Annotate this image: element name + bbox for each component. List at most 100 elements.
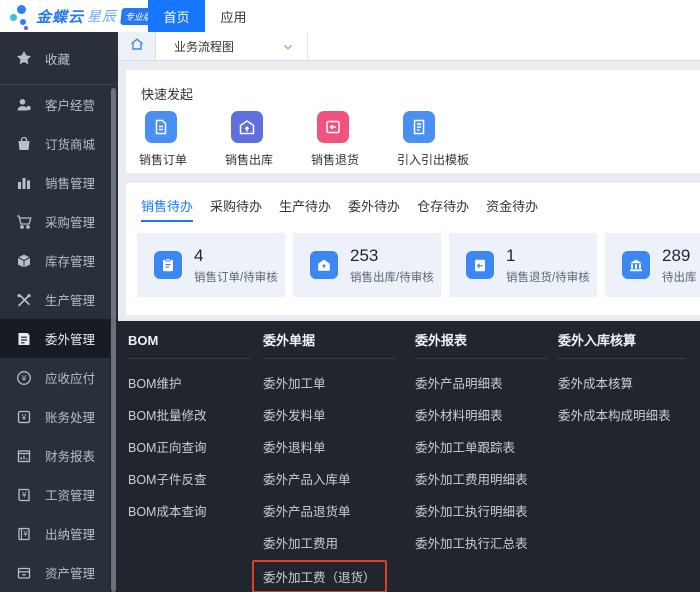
- menu-item-material-detail-report[interactable]: 委外材料明细表: [415, 400, 547, 432]
- sidebar-item-label: 库存管理: [45, 251, 95, 270]
- sidebar-item-production[interactable]: 生产管理: [0, 280, 118, 319]
- megamenu-column-title: 委外报表: [415, 331, 547, 351]
- clipboard-return-icon: [466, 251, 494, 279]
- menu-item-process-execution-detail-report[interactable]: 委外加工执行明细表: [415, 496, 547, 528]
- tab-apps[interactable]: 应用: [205, 0, 262, 32]
- divider: [263, 358, 395, 359]
- menu-item-cost-composition-detail[interactable]: 委外成本构成明细表: [558, 400, 686, 432]
- page-tab-bar: 业务流程图: [118, 32, 700, 61]
- todo-card-sales-outbound[interactable]: 253 销售出库/待审核: [293, 233, 441, 297]
- asset-box-icon: [15, 564, 32, 581]
- todo-count: 1: [506, 246, 590, 266]
- warehouse-out-icon: [231, 111, 263, 143]
- menu-item-process-order-tracking-report[interactable]: 委外加工单跟踪表: [415, 432, 547, 464]
- page-tab-label: 业务流程图: [174, 38, 234, 55]
- return-box-icon: [317, 111, 349, 143]
- shopping-bag-icon: [15, 135, 32, 152]
- quick-action-label: 引入引出模板: [397, 151, 469, 168]
- sidebar-item-label: 订货商城: [45, 134, 95, 153]
- menu-item-product-detail-report[interactable]: 委外产品明细表: [415, 368, 547, 400]
- todo-card-pending-outbound[interactable]: 289 待出库: [605, 233, 700, 297]
- page-tab-flowchart[interactable]: 业务流程图: [156, 32, 308, 60]
- todo-card-sales-return[interactable]: 1 销售退货/待审核: [449, 233, 597, 297]
- top-nav-tabs: 首页 应用: [148, 0, 262, 32]
- menu-item-bom-cost-query[interactable]: BOM成本查询: [128, 496, 250, 528]
- menu-item-process-fee-detail-report[interactable]: 委外加工费用明细表: [415, 464, 547, 496]
- home-tab-button[interactable]: [118, 32, 156, 60]
- top-bar: 金蝶云 星辰 专业版 首页 应用: [0, 0, 700, 32]
- todo-tab-outsourcing[interactable]: 委外待办: [348, 196, 400, 222]
- tools-icon: [15, 291, 32, 308]
- quick-action-sales-outbound[interactable]: 销售出库: [225, 111, 311, 168]
- megamenu-column-title: 委外入库核算: [558, 331, 686, 351]
- highlight-red-box[interactable]: 委外加工费（退货）: [252, 560, 387, 592]
- todo-tab-warehouse[interactable]: 仓存待办: [417, 196, 469, 222]
- megamenu-column-title: BOM: [128, 331, 250, 351]
- menu-item-bom-forward-query[interactable]: BOM正向查询: [128, 432, 250, 464]
- menu-item-cost-accounting[interactable]: 委外成本核算: [558, 368, 686, 400]
- sidebar-item-label: 收藏: [45, 49, 70, 68]
- megamenu-column-inbound-costing: 委外入库核算 委外成本核算 委外成本构成明细表: [558, 331, 686, 432]
- sidebar-item-label: 工资管理: [45, 485, 95, 504]
- menu-item-bom-maintain[interactable]: BOM维护: [128, 368, 250, 400]
- chevron-down-icon[interactable]: [281, 40, 295, 57]
- menu-item-outsourcing-process-order[interactable]: 委外加工单: [263, 368, 395, 400]
- todo-card-sales-order[interactable]: 4 销售订单/待审核: [137, 233, 285, 297]
- sidebar-item-accounting[interactable]: ¥ 账务处理: [0, 397, 118, 436]
- quick-action-label: 销售退货: [311, 151, 359, 168]
- sidebar-item-customer[interactable]: 客户经营: [0, 85, 118, 124]
- payroll-book-icon: ¥: [15, 486, 32, 503]
- quick-action-import-export-template[interactable]: 引入引出模板: [397, 111, 483, 168]
- quick-launch-title: 快速发起: [126, 70, 700, 103]
- kingdee-logo-icon: [6, 1, 32, 31]
- star-icon: [15, 50, 32, 67]
- sidebar-item-sales[interactable]: 销售管理: [0, 163, 118, 202]
- quick-launch-panel: 快速发起 销售订单 销售出库: [126, 70, 700, 173]
- menu-item-outsourcing-process-fee-refund[interactable]: 委外加工费（退货）: [263, 560, 395, 592]
- sidebar-item-label: 采购管理: [45, 212, 95, 231]
- menu-item-bom-reverse-query[interactable]: BOM子件反查: [128, 464, 250, 496]
- menu-item-outsourcing-process-fee[interactable]: 委外加工费用: [263, 528, 395, 560]
- todo-tab-production[interactable]: 生产待办: [279, 196, 331, 222]
- sidebar-item-receivable-payable[interactable]: ¥ 应收应付: [0, 358, 118, 397]
- sidebar-item-order-mall[interactable]: 订货商城: [0, 124, 118, 163]
- divider: [558, 358, 686, 359]
- todo-tab-sales[interactable]: 销售待办: [141, 196, 193, 222]
- todo-tab-purchase[interactable]: 采购待办: [210, 196, 262, 222]
- todo-card-row: 4 销售订单/待审核 253 销售出库/待审核: [137, 233, 700, 297]
- sidebar-item-label: 资产管理: [45, 563, 95, 582]
- sidebar-item-outsourcing[interactable]: 委外管理: [0, 319, 118, 358]
- sidebar-item-payroll[interactable]: ¥ 工资管理: [0, 475, 118, 514]
- menu-item-outsourcing-material-issue[interactable]: 委外发料单: [263, 400, 395, 432]
- sidebar-item-label: 委外管理: [45, 329, 95, 348]
- sidebar-item-assets[interactable]: 资产管理: [0, 553, 118, 592]
- tab-home[interactable]: 首页: [148, 0, 205, 32]
- sidebar-scrollbar[interactable]: [111, 88, 116, 592]
- sidebar-item-label: 出纳管理: [45, 524, 95, 543]
- sidebar-item-inventory[interactable]: 库存管理: [0, 241, 118, 280]
- sidebar-item-purchase[interactable]: 采购管理: [0, 202, 118, 241]
- megamenu-column-outsourcing-bills: 委外单据 委外加工单 委外发料单 委外退料单 委外产品入库单 委外产品退货单 委…: [263, 331, 395, 592]
- sidebar-item-label: 客户经营: [45, 95, 95, 114]
- brand-logo: 金蝶云 星辰 专业版: [6, 0, 156, 32]
- menu-item-bom-batch-edit[interactable]: BOM批量修改: [128, 400, 250, 432]
- menu-item-outsourcing-material-return[interactable]: 委外退料单: [263, 432, 395, 464]
- todo-tab-funds[interactable]: 资金待办: [486, 196, 538, 222]
- template-doc-icon: [403, 111, 435, 143]
- outsourcing-doc-icon: [15, 330, 32, 347]
- todo-panel: 销售待办 采购待办 生产待办 委外待办 仓存待办 资金待办 4 销售订单/待审核: [126, 183, 700, 315]
- sidebar-item-label: 销售管理: [45, 173, 95, 192]
- quick-action-sales-return[interactable]: 销售退货: [311, 111, 397, 168]
- menu-item-outsourcing-product-return[interactable]: 委外产品退货单: [263, 496, 395, 528]
- menu-item-process-execution-summary-report[interactable]: 委外加工执行汇总表: [415, 528, 547, 560]
- sidebar-item-label: 生产管理: [45, 290, 95, 309]
- quick-launch-row: 销售订单 销售出库 销售退货: [139, 111, 700, 168]
- sidebar-item-financial-reports[interactable]: 财务报表: [0, 436, 118, 475]
- house-up-icon: [310, 251, 338, 279]
- menu-item-outsourcing-product-inbound[interactable]: 委外产品入库单: [263, 464, 395, 496]
- todo-label: 销售退货/待审核: [506, 269, 590, 285]
- brand-subname: 星辰: [87, 6, 117, 26]
- quick-action-sales-order[interactable]: 销售订单: [139, 111, 225, 168]
- sidebar-item-favorites[interactable]: 收藏: [0, 32, 118, 85]
- sidebar-item-cashier[interactable]: ¥ 出纳管理: [0, 514, 118, 553]
